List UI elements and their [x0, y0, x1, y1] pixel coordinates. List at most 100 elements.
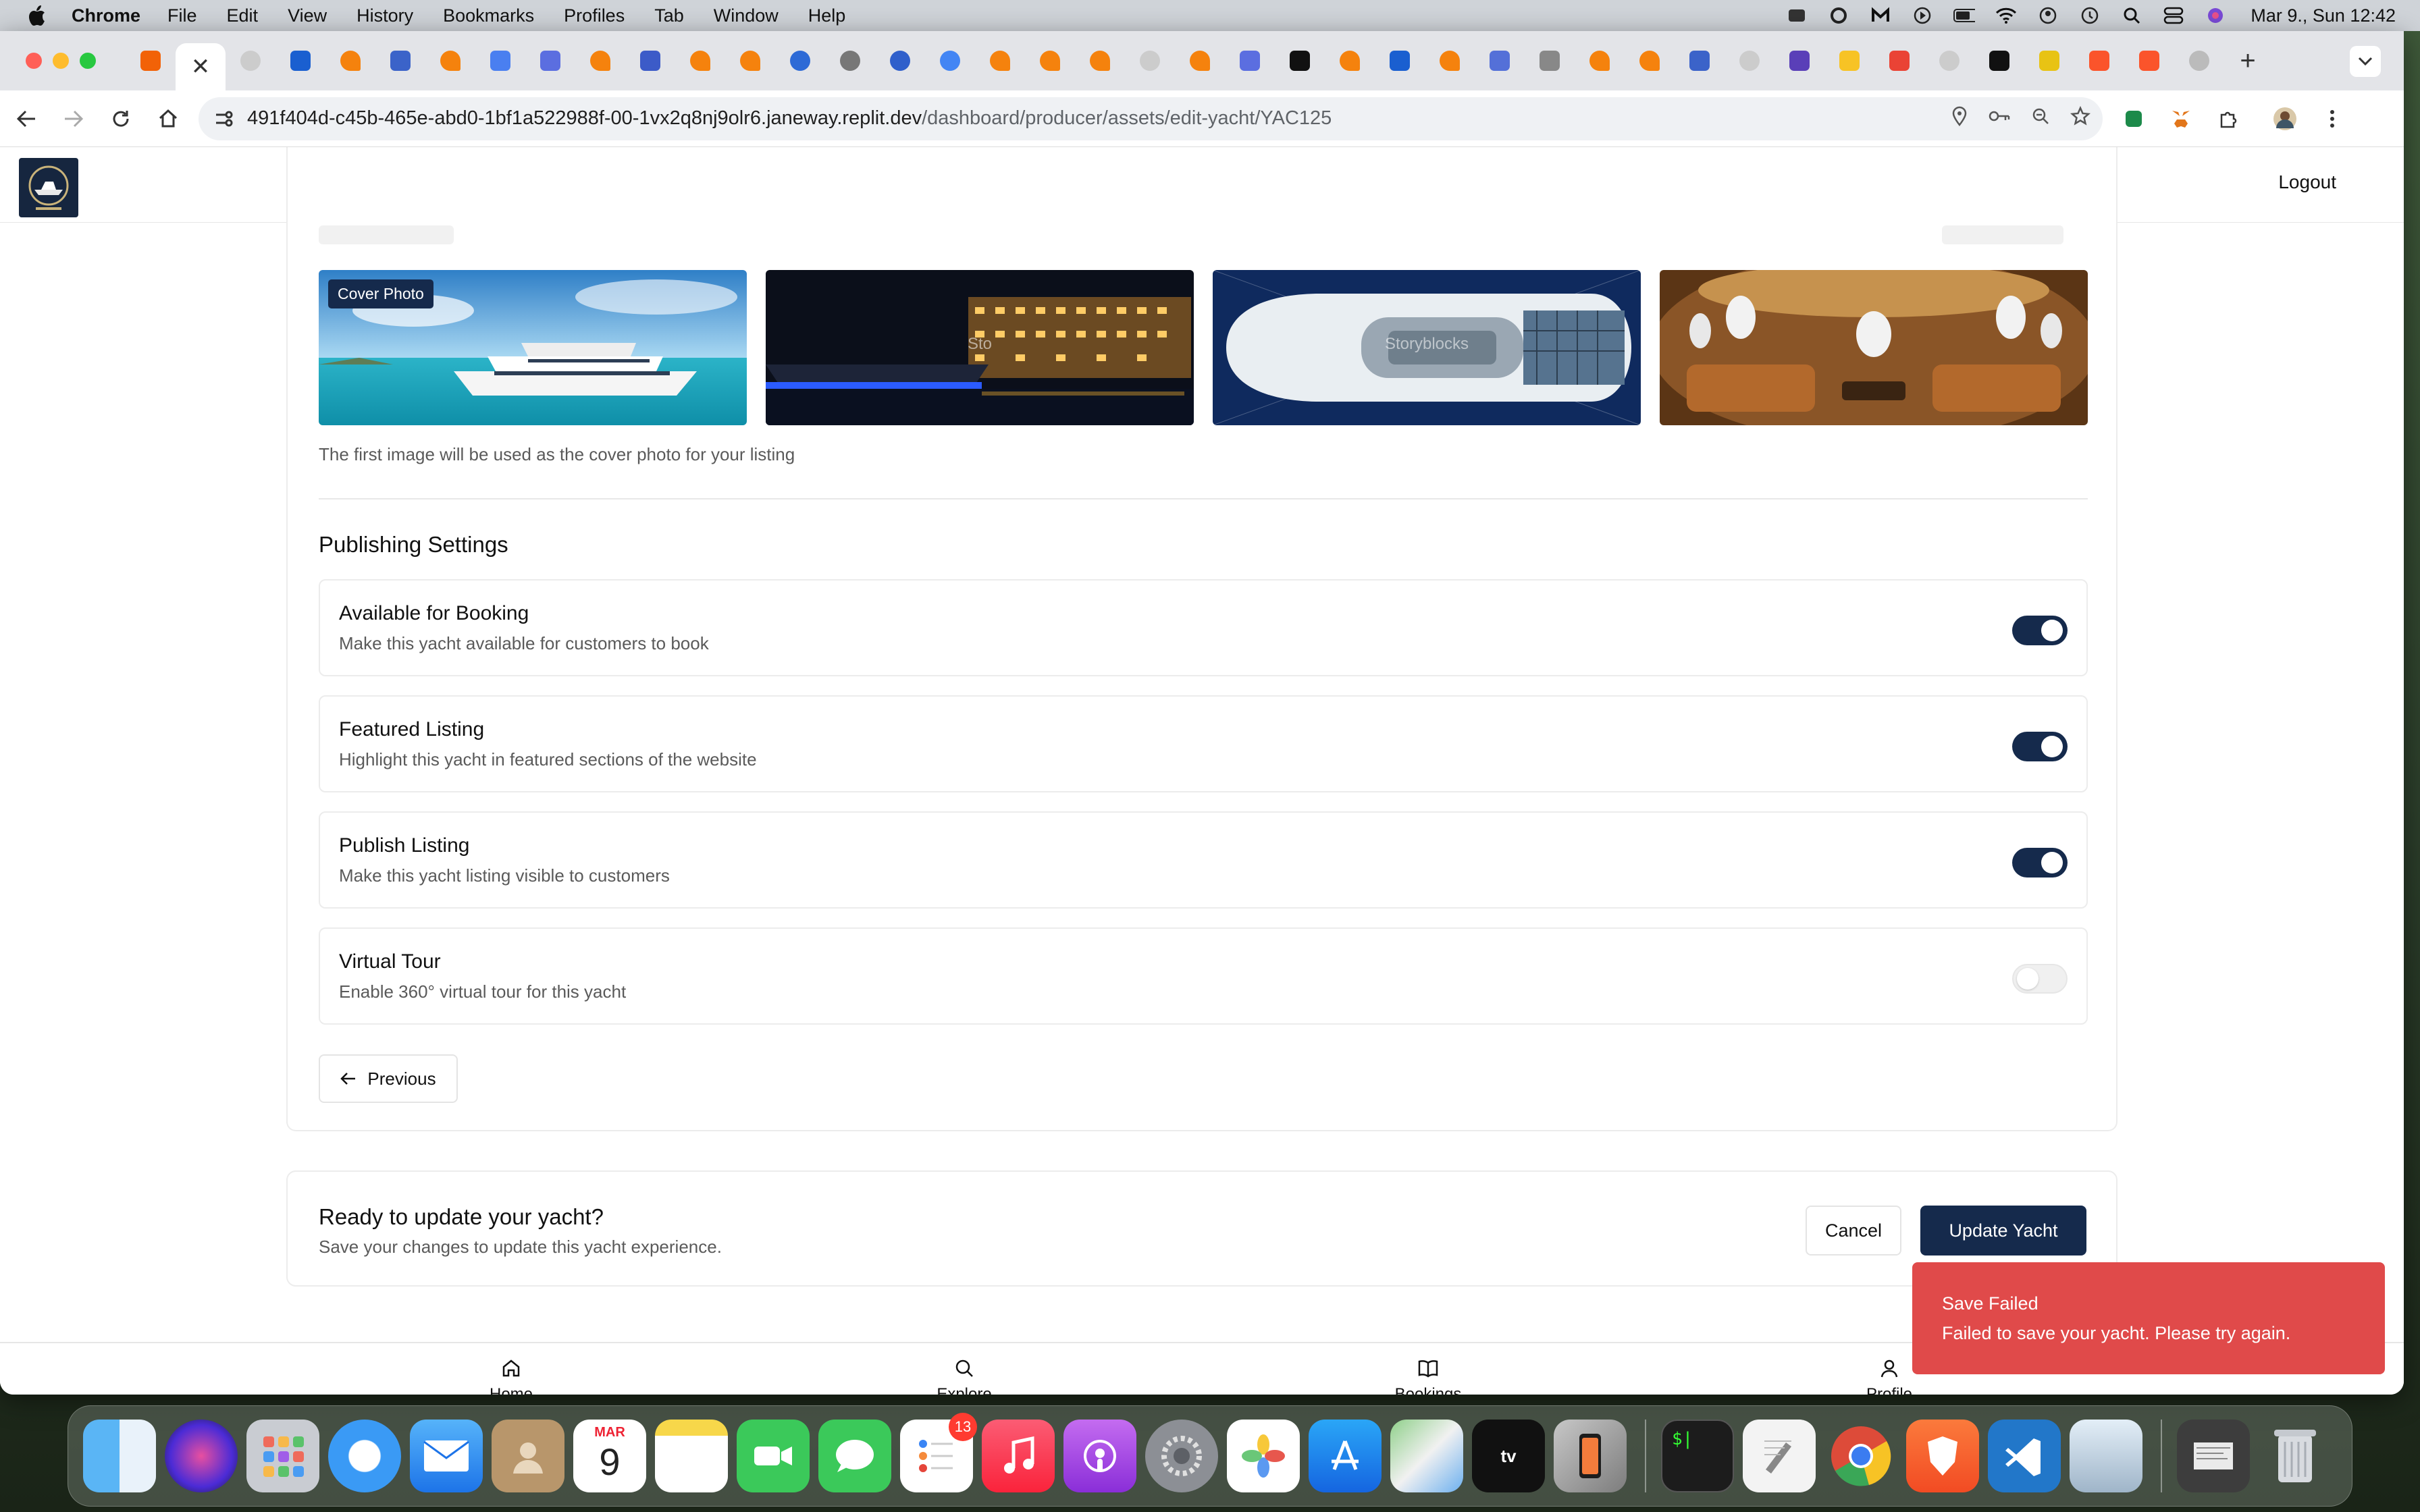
zoom-window-button[interactable]: [80, 53, 96, 69]
notes-icon[interactable]: [655, 1420, 728, 1492]
brave-browser-icon[interactable]: [1906, 1420, 1979, 1492]
vscode-icon[interactable]: [1988, 1420, 2061, 1492]
apple-icon[interactable]: [27, 5, 47, 26]
tab-firebase-4[interactable]: [675, 40, 725, 81]
available-for-booking-toggle[interactable]: [2012, 616, 2068, 645]
extensions-puzzle-icon[interactable]: [2215, 105, 2242, 132]
new-tab-button[interactable]: +: [2224, 46, 2271, 76]
tab-brave[interactable]: [2074, 40, 2124, 81]
music-icon[interactable]: [982, 1420, 1055, 1492]
menubar-clock[interactable]: Mar 9., Sun 12:42: [2251, 5, 2396, 26]
close-tab-icon[interactable]: ✕: [191, 53, 211, 80]
tab-firebase-11[interactable]: [1425, 40, 1475, 81]
virtual-tour-toggle[interactable]: [2012, 964, 2068, 994]
tab-list[interactable]: [1475, 40, 1525, 81]
tab-firebase-5[interactable]: [725, 40, 775, 81]
close-window-button[interactable]: [26, 53, 42, 69]
siri-icon[interactable]: [165, 1420, 238, 1492]
site-info-icon[interactable]: [211, 105, 238, 132]
tab-firebase-8[interactable]: [1075, 40, 1125, 81]
battery-icon[interactable]: [1953, 6, 1976, 25]
launchpad-icon[interactable]: [246, 1420, 319, 1492]
tab-firebase[interactable]: [325, 40, 375, 81]
featured-listing-toggle[interactable]: [2012, 732, 2068, 761]
tab-wave[interactable]: [475, 40, 525, 81]
logout-link[interactable]: Logout: [2278, 171, 2336, 193]
menu-view[interactable]: View: [288, 5, 327, 26]
tab-firebase-3[interactable]: [575, 40, 625, 81]
safari-icon[interactable]: [328, 1420, 401, 1492]
tab-ai-2[interactable]: [1225, 40, 1275, 81]
tab-x[interactable]: [1974, 40, 2024, 81]
downloads-stack-icon[interactable]: [2177, 1420, 2250, 1492]
tab-replit[interactable]: [126, 40, 176, 81]
minimize-window-button[interactable]: [53, 53, 69, 69]
nav-explore[interactable]: Explore: [897, 1358, 1032, 1395]
tab-firebase-13[interactable]: [1625, 40, 1675, 81]
extension-green-icon[interactable]: [2120, 105, 2147, 132]
trash-icon[interactable]: [2259, 1420, 2332, 1492]
bookmark-star-icon[interactable]: [2070, 105, 2091, 132]
apple-tv-icon[interactable]: tv: [1472, 1420, 1545, 1492]
finder-icon[interactable]: [83, 1420, 156, 1492]
home-button[interactable]: [147, 98, 189, 140]
tab-settings[interactable]: [825, 40, 875, 81]
menu-profiles[interactable]: Profiles: [564, 5, 625, 26]
tab-app-2[interactable]: [1375, 40, 1425, 81]
yacht-photo-3[interactable]: Storyblocks: [1213, 270, 1641, 425]
photos-icon[interactable]: [1227, 1420, 1300, 1492]
tab-firebase-7[interactable]: [1025, 40, 1075, 81]
chrome-menu-icon[interactable]: [2319, 105, 2346, 132]
creative-cloud-icon[interactable]: [1828, 6, 1849, 25]
previous-button[interactable]: Previous: [319, 1054, 458, 1103]
publish-listing-toggle[interactable]: [2012, 848, 2068, 878]
reminders-icon[interactable]: 13: [900, 1413, 977, 1492]
yacht-photo-4[interactable]: [1660, 270, 2088, 425]
play-icon[interactable]: [1912, 6, 1933, 25]
menu-history[interactable]: History: [357, 5, 413, 26]
preview-icon[interactable]: [2070, 1420, 2142, 1492]
messages-icon[interactable]: [818, 1420, 891, 1492]
tab-monitor[interactable]: [1525, 40, 1575, 81]
tab-firebase-10[interactable]: [1325, 40, 1375, 81]
tab-firebase-2[interactable]: [425, 40, 475, 81]
tab-purple[interactable]: [1774, 40, 1824, 81]
back-button[interactable]: [5, 98, 47, 140]
tab-app[interactable]: [275, 40, 325, 81]
forward-button[interactable]: [53, 98, 95, 140]
yacht-photo-cover[interactable]: Cover Photo: [319, 270, 747, 425]
tab-shield[interactable]: [375, 40, 425, 81]
tab-ai[interactable]: [525, 40, 575, 81]
menu-tab[interactable]: Tab: [654, 5, 684, 26]
chrome-icon[interactable]: [1824, 1420, 1897, 1492]
tab-search[interactable]: [875, 40, 925, 81]
system-settings-icon[interactable]: [1145, 1420, 1218, 1492]
tab-yellow[interactable]: [1824, 40, 1874, 81]
tab-gmail[interactable]: [1874, 40, 1924, 81]
tab-s[interactable]: [2024, 40, 2074, 81]
tab-brave-2[interactable]: [2124, 40, 2174, 81]
tab-github-2[interactable]: [1125, 40, 1175, 81]
mail-icon[interactable]: [410, 1420, 483, 1492]
location-icon[interactable]: [1951, 106, 1968, 132]
calendar-icon[interactable]: MAR 9: [573, 1420, 646, 1492]
user-switch-icon[interactable]: [2037, 6, 2059, 25]
tab-api[interactable]: [625, 40, 675, 81]
tab-dark[interactable]: [1275, 40, 1325, 81]
zoom-icon[interactable]: [2031, 107, 2050, 131]
password-key-icon[interactable]: [1988, 107, 2011, 130]
menu-window[interactable]: Window: [714, 5, 779, 26]
contacts-icon[interactable]: [492, 1420, 564, 1492]
control-center-icon[interactable]: [2163, 6, 2184, 25]
tab-github-3[interactable]: [1725, 40, 1774, 81]
time-machine-icon[interactable]: [2079, 6, 2101, 25]
iphone-mirroring-icon[interactable]: [1554, 1420, 1627, 1492]
metamask-icon[interactable]: [2167, 105, 2194, 132]
menu-file[interactable]: File: [167, 5, 197, 26]
tab-github-4[interactable]: [1924, 40, 1974, 81]
save-failed-toast[interactable]: Save Failed Failed to save your yacht. P…: [1912, 1262, 2385, 1374]
cancel-button[interactable]: Cancel: [1806, 1206, 1901, 1256]
update-yacht-button[interactable]: Update Yacht: [1920, 1206, 2086, 1256]
tab-accessibility[interactable]: [775, 40, 825, 81]
facetime-icon[interactable]: [737, 1420, 810, 1492]
